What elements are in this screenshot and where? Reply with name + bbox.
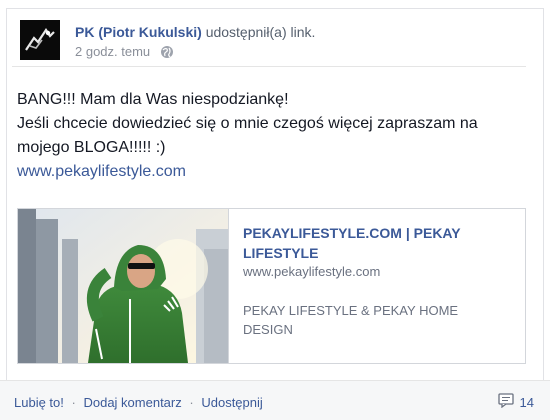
attachment-description-line: PEKAY LIFESTYLE & PEKAY HOME (243, 303, 459, 318)
separator: · (189, 395, 194, 410)
attachment-title[interactable]: PEKAYLIFESTYLE.COM | PEKAY LIFESTYLE (243, 223, 513, 263)
author-name[interactable]: PK (Piotr Kukulski) (75, 24, 202, 40)
avatar[interactable] (20, 20, 60, 60)
post-body: BANG!!! Mam dla Was niespodziankę! Jeśli… (17, 88, 522, 184)
globe-icon[interactable] (160, 45, 174, 59)
post-link[interactable]: www.pekaylifestyle.com (17, 163, 186, 180)
attachment-domain: www.pekaylifestyle.com (243, 264, 381, 279)
attachment-text: PEKAYLIFESTYLE.COM | PEKAY LIFESTYLE www… (243, 223, 513, 339)
comment-icon (497, 393, 514, 411)
attachment-thumbnail[interactable] (18, 209, 229, 363)
post-timestamp[interactable]: 2 godz. temu (75, 44, 150, 60)
comment-count[interactable]: 14 (497, 393, 534, 411)
attachment-description: PEKAY LIFESTYLE & PEKAY HOME DESIGN (243, 301, 513, 339)
attachment-title-line: PEKAYLIFESTYLE.COM | PEKAY (243, 225, 461, 241)
post-meta: 2 godz. temu (75, 44, 174, 60)
attachment-title-line: LIFESTYLE (243, 245, 319, 261)
link-attachment[interactable]: PEKAYLIFESTYLE.COM | PEKAY LIFESTYLE www… (17, 208, 526, 364)
author-line: PK (Piotr Kukulski) udostępnił(a) link. (75, 23, 315, 41)
post-text-line: Jeśli chcecie dowiedzieć się o mnie czeg… (17, 115, 478, 132)
post-actions: Lubię to! · Dodaj komentarz · Udostępnij (14, 395, 263, 411)
post-header: PK (Piotr Kukulski) udostępnił(a) link. … (12, 10, 526, 67)
comment-button[interactable]: Dodaj komentarz (83, 395, 181, 410)
comment-count-value: 14 (519, 394, 534, 410)
action-bar: Lubię to! · Dodaj komentarz · Udostępnij… (0, 380, 550, 420)
separator: · (71, 395, 76, 410)
share-button[interactable]: Udostępnij (201, 395, 262, 410)
post-text-line: BANG!!! Mam dla Was niespodziankę! (17, 91, 289, 108)
attachment-description-line: DESIGN (243, 322, 293, 337)
author-action: udostępnił(a) link. (205, 24, 316, 40)
post-text-line: mojego BLOGA!!!!! :) (17, 139, 166, 156)
like-button[interactable]: Lubię to! (14, 395, 64, 410)
